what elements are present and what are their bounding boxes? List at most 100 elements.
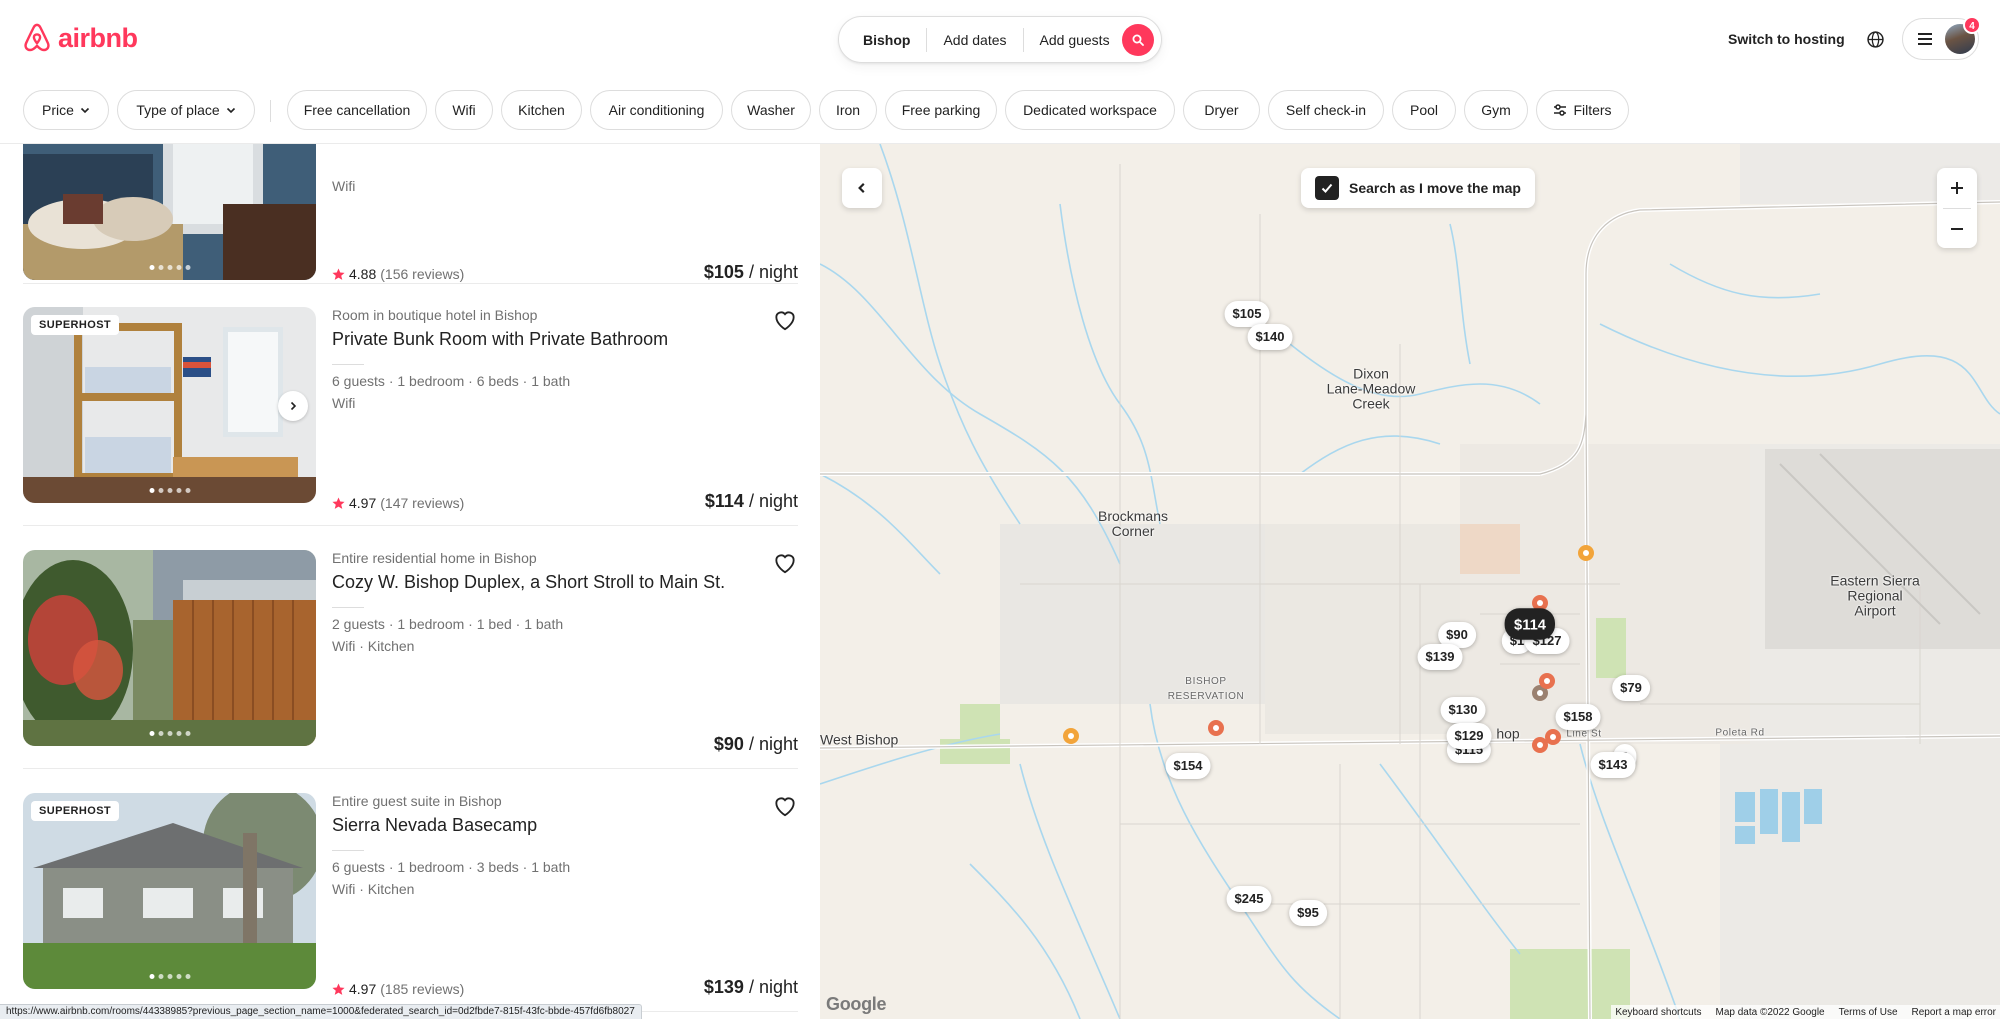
price-pin[interactable]: $139	[1417, 644, 1463, 670]
filter-pool[interactable]: Pool	[1392, 90, 1456, 130]
top-header: airbnb Bishop Add dates Add guests Switc…	[0, 0, 2000, 80]
listing-title[interactable]: Sierra Nevada Basecamp	[332, 815, 537, 836]
filter-self-check-in[interactable]: Self check-in	[1268, 90, 1384, 130]
listing-photo[interactable]	[23, 144, 316, 280]
photo-carousel-dots	[149, 265, 190, 270]
price-amount: $114	[704, 491, 744, 511]
restaurant-poi-icon	[1539, 673, 1555, 689]
map-label-west-bishop: West Bishop	[820, 731, 899, 748]
filter-free-parking[interactable]: Free parking	[885, 90, 997, 130]
all-filters-button[interactable]: Filters	[1536, 90, 1629, 130]
price-pin[interactable]: $245	[1226, 886, 1272, 912]
chevron-down-icon	[226, 107, 235, 114]
airbnb-logo[interactable]: airbnb	[22, 22, 138, 54]
photo-carousel-dots	[149, 731, 190, 736]
price-pin[interactable]: $95	[1289, 900, 1327, 926]
filter-dedicated-workspace[interactable]: Dedicated workspace	[1005, 90, 1175, 130]
listing-price: $114 / night	[705, 491, 798, 512]
listing-amenities: Wifi	[332, 395, 356, 411]
listing-title[interactable]: Cozy W. Bishop Duplex, a Short Stroll to…	[332, 572, 725, 593]
bedroom-photo	[23, 144, 316, 280]
map-zoom-controls	[1937, 168, 1977, 248]
listing-card[interactable]: SUPERHOST Room in boutique hotel in Bish…	[23, 307, 798, 511]
filter-free-cancellation[interactable]: Free cancellation	[287, 90, 427, 130]
filter-price-dropdown[interactable]: Price	[23, 90, 109, 130]
listing-card[interactable]: SUPERHOST Entire guest suite in Bishop S…	[23, 793, 798, 997]
listing-rating: 4.97 (185 reviews)	[332, 981, 464, 997]
checkbox-checked-icon	[1315, 176, 1339, 200]
listing-photo[interactable]: SUPERHOST	[23, 793, 316, 989]
price-pin-selected[interactable]: $114	[1504, 608, 1556, 640]
listing-short-rule	[332, 850, 364, 851]
listing-short-rule	[332, 607, 364, 608]
price-unit: / night	[748, 734, 798, 754]
heart-icon[interactable]	[772, 307, 798, 333]
listing-price: $105 / night	[704, 262, 798, 283]
filter-wifi[interactable]: Wifi	[435, 90, 493, 130]
search-icon	[1132, 34, 1144, 46]
basecamp-exterior-photo	[23, 793, 316, 989]
map-label-bishop: hop	[1496, 725, 1520, 742]
report-map-error-link[interactable]: Report a map error	[1912, 1007, 1996, 1018]
price-pin[interactable]: $140	[1247, 324, 1293, 350]
rating-value: 4.88	[349, 266, 377, 282]
terms-of-use-link[interactable]: Terms of Use	[1839, 1007, 1898, 1018]
filter-kitchen[interactable]: Kitchen	[501, 90, 582, 130]
minus-icon	[1951, 228, 1963, 230]
map-base-layer	[820, 144, 2000, 1019]
brand-name: airbnb	[58, 22, 138, 53]
filter-gym[interactable]: Gym	[1464, 90, 1528, 130]
search-button[interactable]	[1122, 24, 1154, 56]
rating-value: 4.97	[349, 981, 377, 997]
listing-photo[interactable]	[23, 550, 316, 746]
filter-iron[interactable]: Iron	[819, 90, 877, 130]
listing-amenities: Wifi · Kitchen	[332, 638, 415, 654]
shopping-poi-icon	[1578, 545, 1594, 561]
listing-card[interactable]: Wifi 4.88 (156 reviews) $105 / night	[23, 144, 798, 314]
listing-specs: 6 guests · 1 bedroom · 6 beds · 1 bath	[332, 373, 571, 389]
results-map[interactable]: Search as I move the map Dixon Lane-Mead…	[820, 144, 2000, 1019]
listing-title[interactable]: Private Bunk Room with Private Bathroom	[332, 329, 668, 350]
language-globe-button[interactable]	[1862, 26, 1888, 52]
notification-badge: 4	[1963, 16, 1981, 34]
filter-dryer[interactable]: Dryer	[1183, 90, 1260, 130]
duplex-exterior-photo	[23, 550, 316, 746]
price-unit: / night	[748, 262, 798, 282]
search-dates[interactable]: Add dates	[927, 28, 1022, 52]
price-pin[interactable]: $130	[1440, 697, 1486, 723]
price-pin[interactable]: $79	[1612, 675, 1650, 701]
collapse-map-button[interactable]	[842, 168, 882, 208]
search-guests[interactable]: Add guests	[1024, 28, 1126, 52]
search-as-move-toggle[interactable]: Search as I move the map	[1301, 168, 1535, 208]
listing-results: Wifi 4.88 (156 reviews) $105 / night SUP…	[0, 144, 820, 1019]
search-bar[interactable]: Bishop Add dates Add guests	[838, 16, 1162, 63]
price-unit: / night	[748, 491, 798, 511]
keyboard-shortcuts-link[interactable]: Keyboard shortcuts	[1615, 1007, 1701, 1018]
heart-icon[interactable]	[772, 793, 798, 819]
zoom-out-button[interactable]	[1937, 209, 1977, 249]
listing-amenities: Wifi · Kitchen	[332, 881, 415, 897]
filter-separator	[270, 100, 271, 122]
price-pin[interactable]: $143	[1590, 752, 1636, 778]
filter-washer[interactable]: Washer	[731, 90, 811, 130]
switch-to-hosting-link[interactable]: Switch to hosting	[1716, 24, 1857, 54]
price-pin[interactable]: $129	[1446, 723, 1492, 749]
price-pin[interactable]: $158	[1555, 704, 1601, 730]
listing-rating: 4.97 (147 reviews)	[332, 495, 464, 511]
zoom-in-button[interactable]	[1937, 168, 1977, 208]
superhost-badge: SUPERHOST	[31, 801, 120, 821]
map-label-dixon: Dixon Lane-Meadow Creek	[1326, 365, 1416, 412]
listing-photo[interactable]: SUPERHOST	[23, 307, 316, 503]
heart-icon[interactable]	[772, 550, 798, 576]
user-menu-button[interactable]: 4	[1902, 16, 1981, 60]
filter-air-conditioning[interactable]: Air conditioning	[590, 90, 723, 130]
filter-type-of-place-dropdown[interactable]: Type of place	[117, 90, 255, 130]
listing-card[interactable]: Entire residential home in Bishop Cozy W…	[23, 550, 798, 754]
price-amount: $105	[703, 262, 744, 282]
price-pin[interactable]: $154	[1165, 753, 1211, 779]
search-location[interactable]: Bishop	[839, 28, 926, 52]
star-icon	[332, 497, 345, 509]
photo-next-button[interactable]	[278, 391, 308, 421]
listing-divider	[23, 525, 798, 526]
star-icon	[332, 983, 345, 995]
